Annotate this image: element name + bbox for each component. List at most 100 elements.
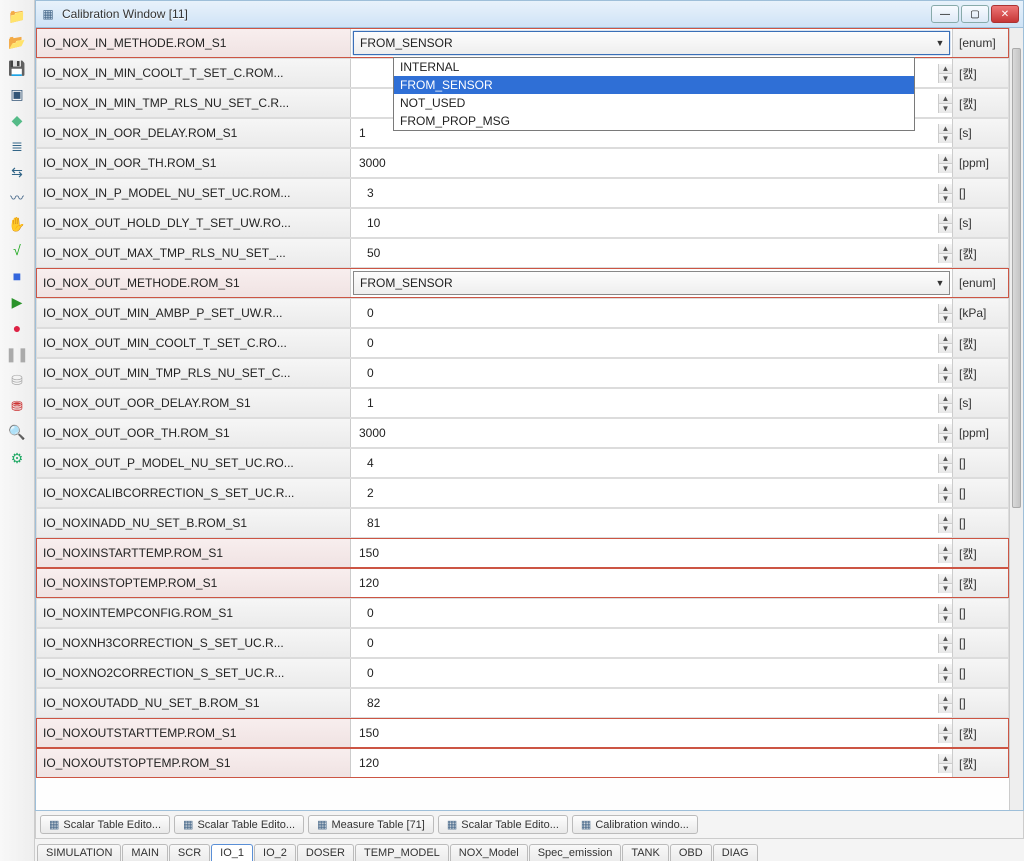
bottom-tab[interactable]: OBD [670,844,712,861]
spinner-down-icon[interactable]: ▼ [939,404,952,413]
bottom-tab[interactable]: NOX_Model [450,844,528,861]
spinner-up-icon[interactable]: ▲ [939,304,952,314]
spinner-up-icon[interactable]: ▲ [939,154,952,164]
spinner-up-icon[interactable]: ▲ [939,754,952,764]
window-tab[interactable]: ▦Scalar Table Edito... [438,815,568,834]
spinner[interactable]: ▲▼ [938,214,952,233]
gear-icon[interactable]: ⚙ [5,446,29,470]
spinner-down-icon[interactable]: ▼ [939,464,952,473]
window-tab[interactable]: ▦Measure Table [71] [308,815,434,834]
spinner-up-icon[interactable]: ▲ [939,574,952,584]
spinner-down-icon[interactable]: ▼ [939,164,952,173]
param-value-cell[interactable]: 2▲▼ [351,479,952,507]
spinner-up-icon[interactable]: ▲ [939,694,952,704]
spinner-down-icon[interactable]: ▼ [939,674,952,683]
spinner[interactable]: ▲▼ [938,514,952,533]
spinner-down-icon[interactable]: ▼ [939,644,952,653]
spinner-down-icon[interactable]: ▼ [939,584,952,593]
bottom-tab[interactable]: TEMP_MODEL [355,844,449,861]
param-value-cell[interactable]: 3▲▼ [351,179,952,207]
bottom-tab[interactable]: Spec_emission [529,844,622,861]
close-button[interactable]: ✕ [991,5,1019,23]
bottom-tab[interactable]: SIMULATION [37,844,121,861]
spinner-down-icon[interactable]: ▼ [939,734,952,743]
spinner-down-icon[interactable]: ▼ [939,104,952,113]
param-value-cell[interactable]: 0▲▼ [351,629,952,657]
spinner[interactable]: ▲▼ [938,574,952,593]
pause-icon[interactable]: ❚❚ [5,342,29,366]
play-icon[interactable]: ▶ [5,290,29,314]
tree-icon[interactable]: ⇆ [5,160,29,184]
spinner-up-icon[interactable]: ▲ [939,604,952,614]
spinner[interactable]: ▲▼ [938,634,952,653]
spinner-down-icon[interactable]: ▼ [939,764,952,773]
spinner[interactable]: ▲▼ [938,244,952,263]
window-tab[interactable]: ▦Scalar Table Edito... [174,815,304,834]
spinner[interactable]: ▲▼ [938,304,952,323]
spinner-up-icon[interactable]: ▲ [939,634,952,644]
spinner-up-icon[interactable]: ▲ [939,394,952,404]
param-value-cell[interactable]: 0▲▼ [351,359,952,387]
spinner[interactable]: ▲▼ [938,124,952,143]
spinner-up-icon[interactable]: ▲ [939,544,952,554]
folder-icon[interactable]: 📁 [5,4,29,28]
spinner[interactable]: ▲▼ [938,664,952,683]
spinner-down-icon[interactable]: ▼ [939,254,952,263]
methode-dropdown-list[interactable]: INTERNALFROM_SENSORNOT_USEDFROM_PROP_MSG [393,57,915,131]
param-value-cell[interactable]: 81▲▼ [351,509,952,537]
spinner[interactable]: ▲▼ [938,394,952,413]
bottom-tab[interactable]: MAIN [122,844,168,861]
spinner[interactable]: ▲▼ [938,604,952,623]
hand-icon[interactable]: ✋ [5,212,29,236]
param-value-cell[interactable]: 120▲▼ [351,569,952,597]
spinner-up-icon[interactable]: ▲ [939,514,952,524]
bottom-tab[interactable]: DOSER [297,844,354,861]
square-icon[interactable]: ■ [5,264,29,288]
spinner-down-icon[interactable]: ▼ [939,224,952,233]
spinner-down-icon[interactable]: ▼ [939,614,952,623]
chip-icon[interactable]: ◆ [5,108,29,132]
spinner-down-icon[interactable]: ▼ [939,494,952,503]
bottom-tab[interactable]: DIAG [713,844,758,861]
spinner-down-icon[interactable]: ▼ [939,434,952,443]
check-icon[interactable]: √ [5,238,29,262]
window-tab[interactable]: ▦Calibration windo... [572,815,698,834]
spinner-up-icon[interactable]: ▲ [939,244,952,254]
bottom-tab[interactable]: IO_2 [254,844,296,861]
folder-open-icon[interactable]: 📂 [5,30,29,54]
disk-red-icon[interactable]: ⛃ [5,394,29,418]
spinner-up-icon[interactable]: ▲ [939,214,952,224]
param-value-cell[interactable]: 0▲▼ [351,329,952,357]
dropdown-option[interactable]: NOT_USED [394,94,914,112]
param-value-cell[interactable]: 0▲▼ [351,299,952,327]
param-value-cell[interactable]: 10▲▼ [351,209,952,237]
spinner-up-icon[interactable]: ▲ [939,124,952,134]
spinner-up-icon[interactable]: ▲ [939,334,952,344]
spinner[interactable]: ▲▼ [938,484,952,503]
spinner-down-icon[interactable]: ▼ [939,344,952,353]
spinner[interactable]: ▲▼ [938,154,952,173]
spinner[interactable]: ▲▼ [938,94,952,113]
param-value-cell[interactable]: 0▲▼ [351,599,952,627]
search-icon[interactable]: 🔍 [5,420,29,444]
spinner[interactable]: ▲▼ [938,334,952,353]
save-icon[interactable]: 💾 [5,56,29,80]
minimize-button[interactable]: — [931,5,959,23]
spinner-down-icon[interactable]: ▼ [939,314,952,323]
spinner-up-icon[interactable]: ▲ [939,664,952,674]
methode-combobox[interactable]: FROM_SENSOR▼ [353,31,950,55]
spinner[interactable]: ▲▼ [938,724,952,743]
spinner-down-icon[interactable]: ▼ [939,194,952,203]
dropdown-option[interactable]: FROM_SENSOR [394,76,914,94]
spinner-up-icon[interactable]: ▲ [939,484,952,494]
disk-icon[interactable]: ⛁ [5,368,29,392]
param-value-cell[interactable]: 3000▲▼ [351,419,952,447]
bottom-tab[interactable]: SCR [169,844,210,861]
spinner-up-icon[interactable]: ▲ [939,724,952,734]
window-tab[interactable]: ▦Scalar Table Edito... [40,815,170,834]
spinner[interactable]: ▲▼ [938,754,952,773]
list-icon[interactable]: ≣ [5,134,29,158]
maximize-button[interactable]: ▢ [961,5,989,23]
spinner[interactable]: ▲▼ [938,694,952,713]
spinner[interactable]: ▲▼ [938,544,952,563]
